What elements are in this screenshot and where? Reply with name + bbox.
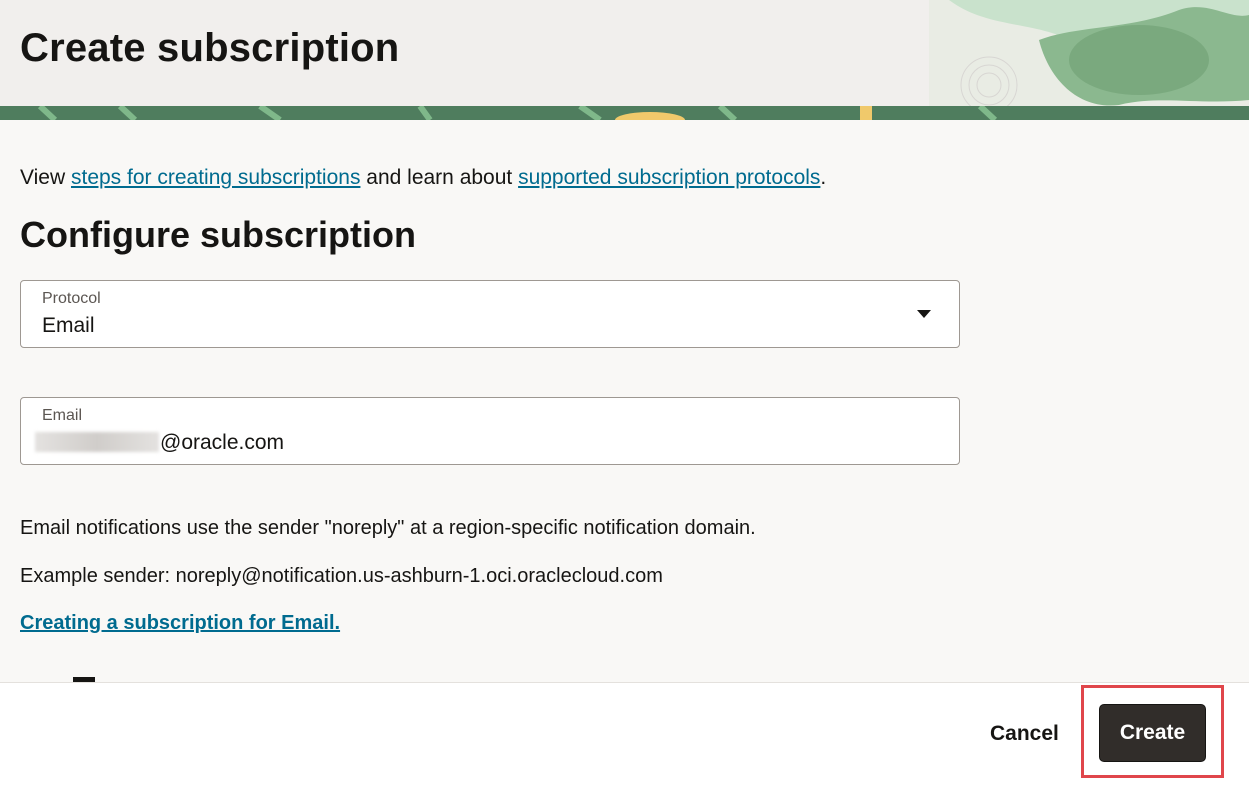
header-band — [0, 103, 1249, 120]
section-title: Configure subscription — [20, 214, 416, 255]
email-field[interactable]: Email @oracle.com — [20, 397, 960, 465]
intro-prefix: View — [20, 166, 71, 189]
protocol-value: Email — [42, 314, 95, 337]
footer-bar — [0, 682, 1249, 786]
redacted-text — [35, 432, 159, 452]
email-doc-link[interactable]: Creating a subscription for Email. — [20, 612, 340, 635]
sender-note: Email notifications use the sender "nore… — [20, 517, 756, 539]
page-header: Create subscription — [0, 0, 1249, 120]
page-title: Create subscription — [20, 26, 400, 70]
chevron-down-icon[interactable] — [917, 310, 931, 318]
create-button[interactable]: Create — [1099, 704, 1206, 762]
steps-link[interactable]: steps for creating subscriptions — [71, 166, 360, 189]
protocol-select[interactable]: Protocol Email — [20, 280, 960, 348]
protocols-link[interactable]: supported subscription protocols — [518, 166, 820, 189]
email-domain: @oracle.com — [160, 431, 285, 454]
intro-middle: and learn about — [360, 166, 519, 189]
intro-text: View steps for creating subscriptions an… — [20, 166, 826, 190]
intro-suffix: . — [820, 166, 827, 189]
example-sender: Example sender: noreply@notification.us-… — [20, 565, 663, 587]
email-value[interactable]: @oracle.com — [35, 431, 284, 455]
cancel-button[interactable]: Cancel — [990, 722, 1059, 746]
header-decoration — [929, 0, 1249, 120]
protocol-label: Protocol — [42, 290, 101, 307]
header-band-pattern — [0, 103, 1249, 120]
email-label: Email — [42, 407, 83, 424]
